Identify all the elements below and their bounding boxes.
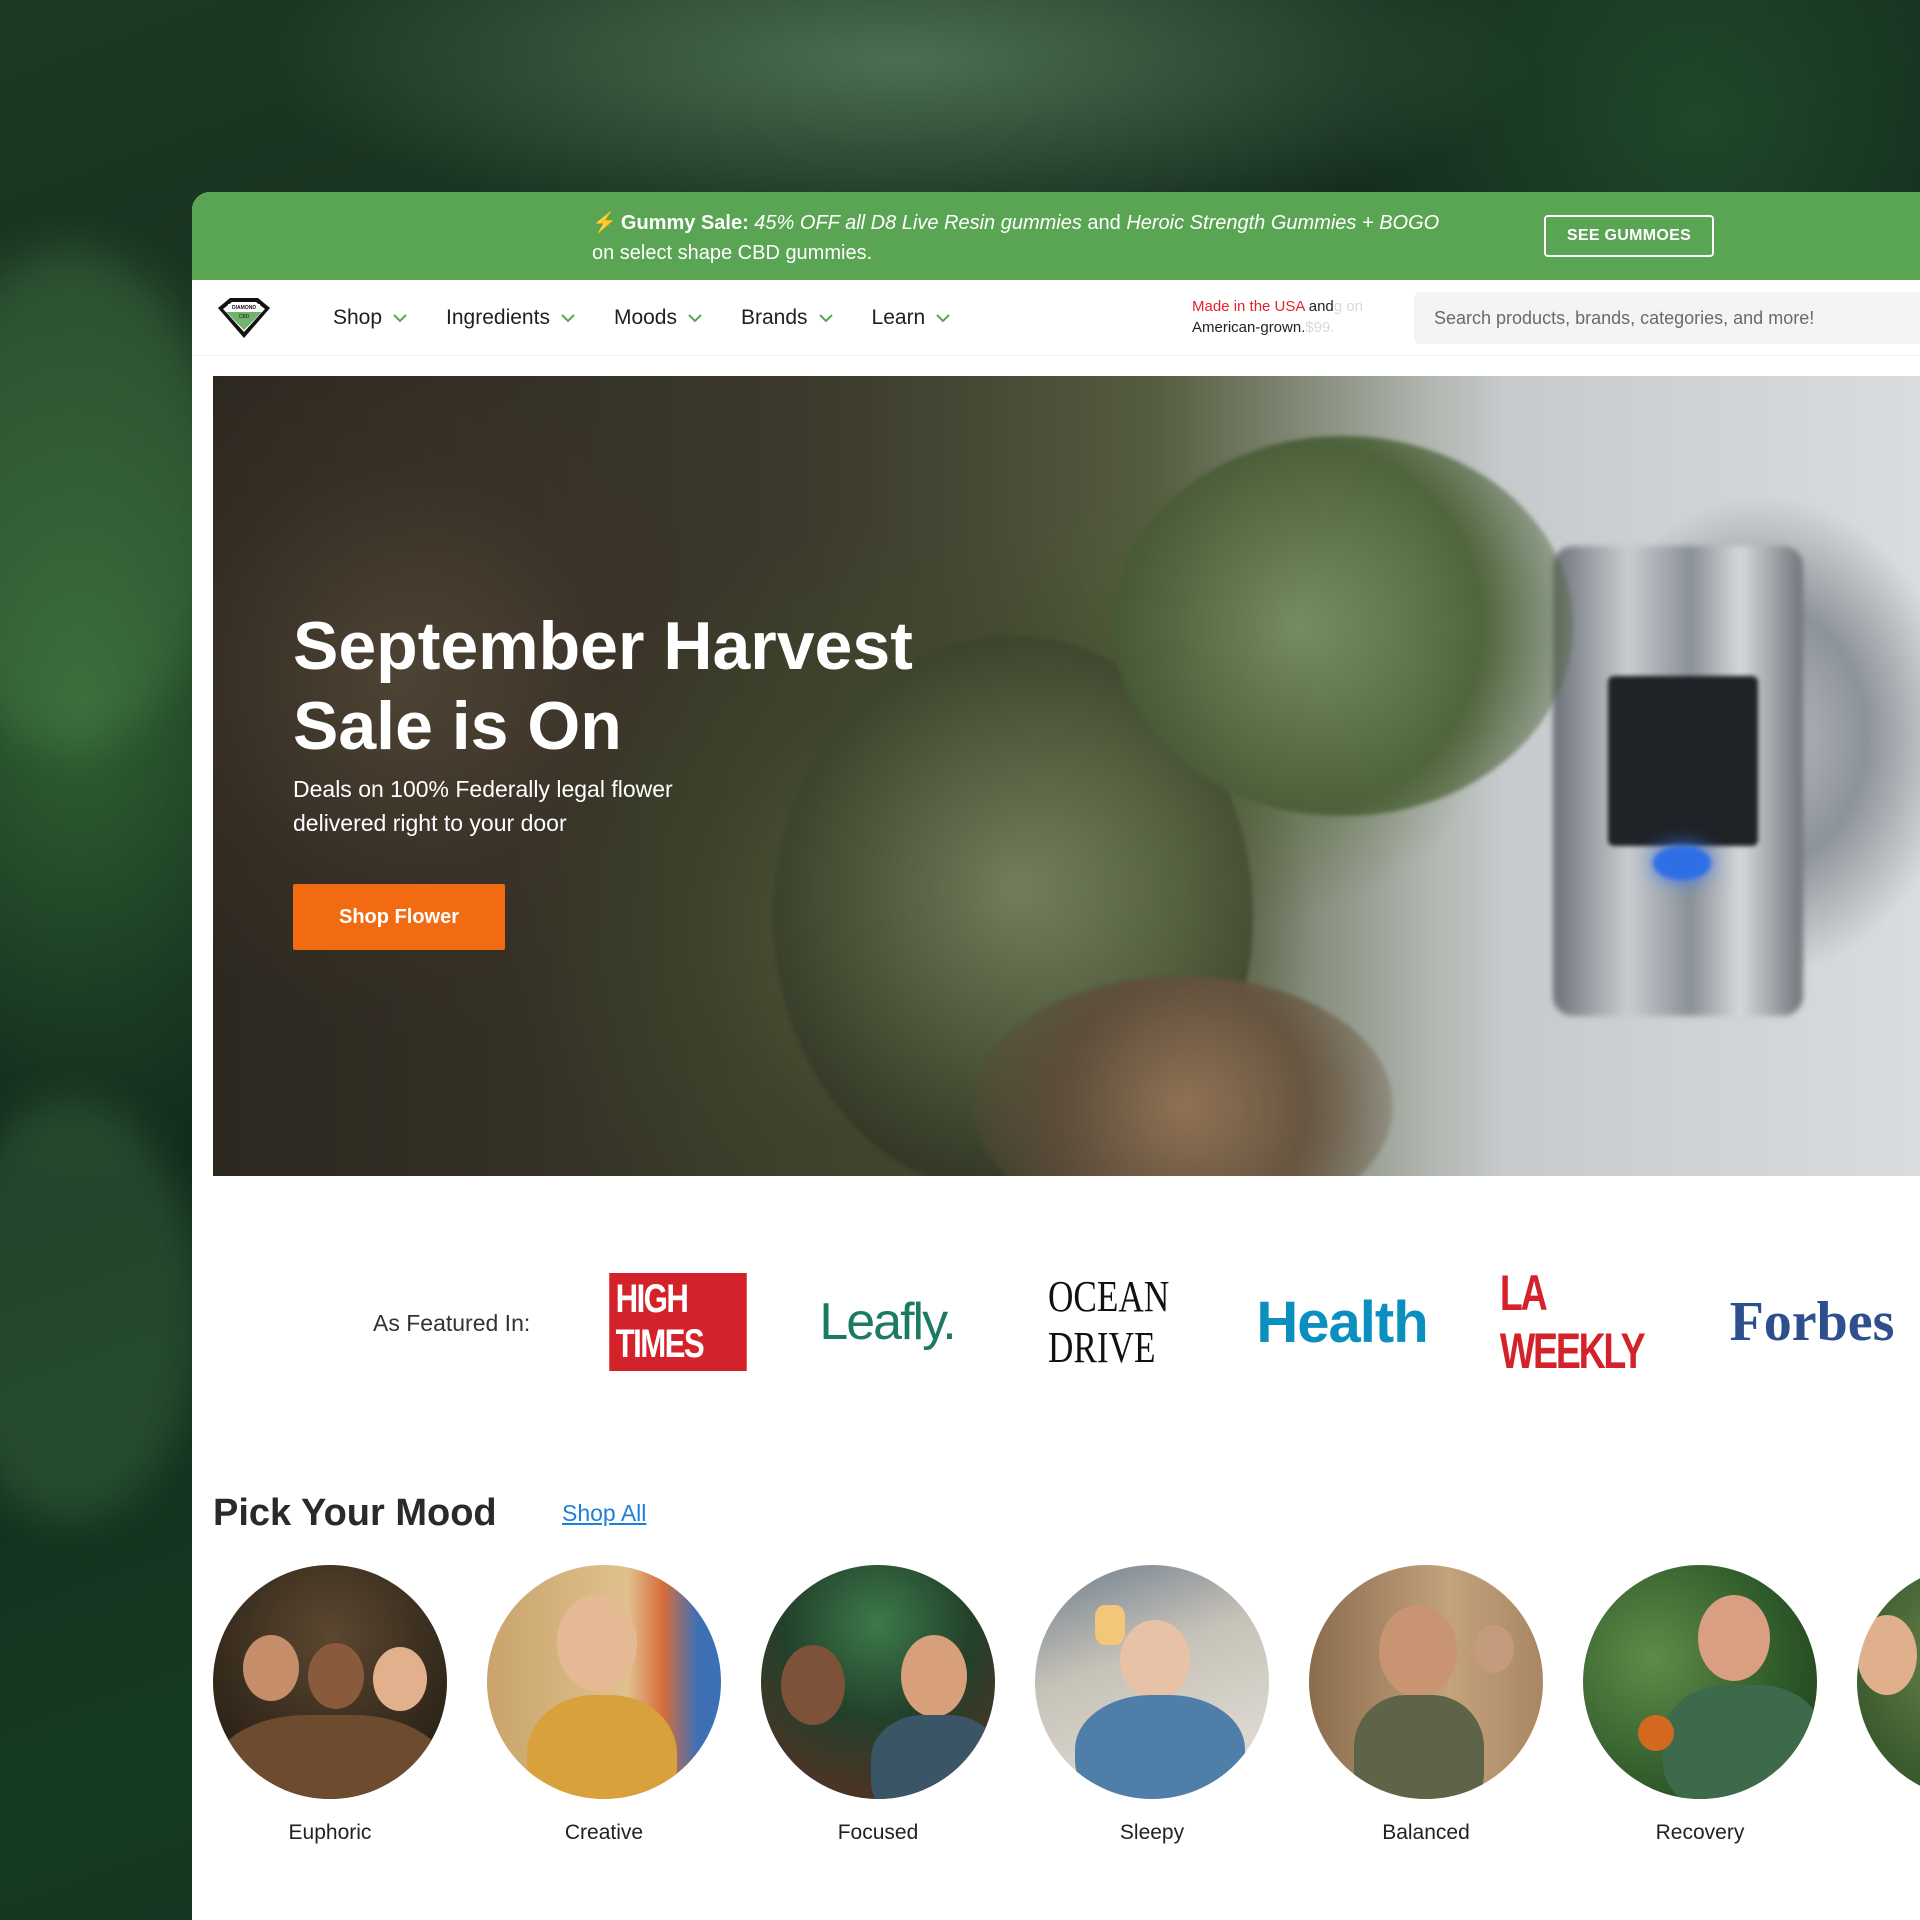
mood-item-sleepy[interactable]: Sleepy [1035, 1565, 1269, 1845]
person-face [1857, 1615, 1917, 1695]
person-face [1698, 1595, 1770, 1681]
mood-label: Recovery [1655, 1821, 1745, 1844]
chevron-down-icon [936, 314, 950, 323]
shop-flower-button[interactable]: Shop Flower [293, 884, 505, 950]
made-usa-faded: $99. [1305, 319, 1335, 336]
promo-lead: Gummy Sale: [620, 212, 749, 234]
featured-in-strip: As Featured In: HIGH TIMES Leafly. OCEAN… [192, 1262, 1920, 1382]
made-usa-and: and [1308, 298, 1334, 315]
person-face [901, 1635, 967, 1717]
shop-all-link[interactable]: Shop All [562, 1500, 646, 1527]
logo-text: LA WEEKLY [1500, 1265, 1646, 1379]
promo-bar: ⚡ Gummy Sale: 45% OFF all D8 Live Resin g… [192, 192, 1920, 280]
background-blur [0, 250, 220, 750]
mood-item-balanced[interactable]: Balanced [1309, 1565, 1543, 1845]
hero-subtitle: Deals on 100% Federally legal flower del… [293, 776, 673, 836]
svg-text:CBD: CBD [239, 314, 250, 320]
nav-item-shop[interactable]: Shop [333, 306, 408, 330]
promo-offer-2: Heroic Strength Gummies + BOGO [1126, 212, 1440, 234]
person-face [243, 1635, 299, 1701]
made-usa-highlight: Made in the USA [1192, 298, 1305, 315]
nav-item-label: Brands [740, 306, 808, 329]
chevron-down-icon [561, 314, 575, 323]
nav-item-label: Ingredients [446, 306, 550, 329]
browser-page: ⚡ Gummy Sale: 45% OFF all D8 Live Resin g… [192, 192, 1920, 1920]
promo-and: and [1087, 212, 1121, 234]
search-input[interactable] [1414, 292, 1920, 344]
nav-item-label: Shop [333, 306, 383, 329]
section-title: Pick Your Mood [213, 1492, 497, 1534]
svg-text:DIAMOND: DIAMOND [232, 305, 256, 311]
high-times-logo: HIGH TIMES [590, 1262, 766, 1382]
background-blur [0, 1100, 200, 1520]
mood-image [1857, 1565, 1920, 1799]
mood-label: Creative [564, 1821, 644, 1844]
mood-carousel: Euphoric Creative Focused Sleepy Balance… [213, 1565, 1920, 1865]
mood-label: Balanced [1382, 1821, 1470, 1844]
person-face [557, 1595, 637, 1691]
person-body [1354, 1695, 1484, 1799]
person-face [781, 1645, 845, 1725]
person-body [871, 1715, 995, 1799]
mood-item-creative[interactable]: Creative [487, 1565, 721, 1845]
nav-menu: Shop Ingredients Moods Brands Learn [333, 280, 989, 356]
diamond-cbd-logo[interactable]: DIAMOND CBD [212, 294, 276, 342]
mood-item-euphoric[interactable]: Euphoric [213, 1565, 447, 1845]
pruning-shears [1638, 1715, 1674, 1751]
person-body [1075, 1695, 1245, 1799]
lightning-icon: ⚡ [592, 212, 617, 234]
mood-label: Sleepy [1119, 1821, 1185, 1844]
promo-offer-3: on select shape CBD gummies. [592, 242, 873, 264]
chevron-down-icon [688, 314, 702, 323]
background-person [1474, 1625, 1514, 1673]
mood-image [1035, 1565, 1269, 1799]
person-face [308, 1643, 364, 1709]
mood-label: Focused [837, 1821, 919, 1844]
see-gummies-button[interactable]: SEE GUMMOES [1544, 215, 1714, 257]
ocean-drive-logo: OCEAN DRIVE [1048, 1272, 1170, 1372]
mood-image [213, 1565, 447, 1799]
hero-title: September Harvest Sale is On [293, 608, 913, 764]
promo-text: ⚡ Gummy Sale: 45% OFF all D8 Live Resin g… [592, 208, 1532, 268]
nav-item-moods[interactable]: Moods [614, 306, 703, 330]
mood-item-recovery[interactable]: Recovery [1583, 1565, 1817, 1845]
mood-item-partial[interactable] [1857, 1565, 1920, 1821]
mood-image [1309, 1565, 1543, 1799]
person-body [1663, 1685, 1817, 1799]
main-nav: DIAMOND CBD Shop Ingredients Moods Brand… [192, 280, 1920, 356]
nav-item-label: Learn [871, 306, 926, 329]
chevron-down-icon [393, 314, 407, 323]
chevron-down-icon [818, 314, 833, 323]
person-face [1379, 1605, 1457, 1697]
person-face [1120, 1620, 1190, 1700]
nav-item-learn[interactable]: Learn [872, 306, 952, 330]
mood-image [1583, 1565, 1817, 1799]
lamp-glow [1095, 1605, 1125, 1645]
people-bodies [213, 1715, 447, 1799]
nav-item-label: Moods [613, 306, 677, 329]
leafly-logo: Leafly. [819, 1293, 956, 1351]
promo-offer-1: 45% OFF all D8 Live Resin gummies [754, 212, 1082, 234]
featured-label: As Featured In: [373, 1310, 531, 1336]
person-body [527, 1695, 677, 1799]
person-face [373, 1647, 427, 1711]
mood-label: Euphoric [288, 1821, 372, 1844]
nav-item-ingredients[interactable]: Ingredients [446, 306, 576, 330]
mood-image [487, 1565, 721, 1799]
made-in-usa-notice: Made in the USA andg on American-grown.$… [1192, 296, 1363, 338]
hero-banner: September Harvest Sale is On Deals on 10… [213, 376, 1920, 1176]
logo-text: HIGH TIMES [609, 1273, 747, 1371]
health-logo: Health [1256, 1289, 1428, 1355]
made-usa-faded: g on [1333, 298, 1363, 315]
la-weekly-logo: LA WEEKLY [1482, 1262, 1662, 1382]
mood-image [761, 1565, 995, 1799]
nav-item-brands[interactable]: Brands [741, 306, 834, 330]
mood-item-focused[interactable]: Focused [761, 1565, 995, 1845]
made-usa-line2: American-grown. [1192, 319, 1306, 336]
forbes-logo: Forbes [1729, 1291, 1895, 1353]
